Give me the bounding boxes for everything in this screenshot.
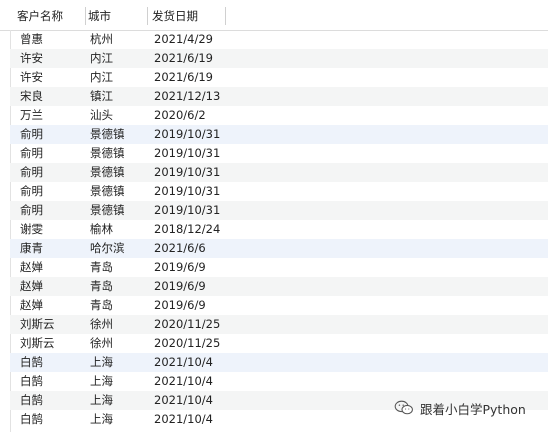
cell-city: 杭州 (90, 32, 113, 46)
cell-name: 俞明 (20, 127, 43, 141)
cell-name: 白鹄 (20, 412, 43, 426)
table-row[interactable]: 宋良 镇江 2021/12/13 (10, 87, 548, 106)
cell-date: 2019/6/9 (154, 279, 206, 293)
cell-city: 徐州 (90, 317, 113, 331)
cell-city: 内江 (90, 51, 113, 65)
cell-name: 白鹄 (20, 355, 43, 369)
watermark-text: 跟着小白学Python (420, 401, 526, 417)
table-row[interactable]: 刘斯云 徐州 2020/11/25 (10, 315, 548, 334)
cell-city: 徐州 (90, 336, 113, 350)
cell-city: 哈尔滨 (90, 241, 125, 255)
table-header: 客户名称 城市 发货日期 (0, 0, 548, 31)
table-row[interactable]: 万兰 汕头 2020/6/2 (10, 106, 548, 125)
cell-city: 汕头 (90, 108, 113, 122)
cell-date: 2021/10/4 (154, 412, 213, 426)
cell-name: 赵婵 (20, 260, 43, 274)
column-header-customer-name[interactable]: 客户名称 (13, 7, 86, 25)
cell-city: 青岛 (90, 279, 113, 293)
table-row[interactable]: 许安 内江 2021/6/19 (10, 49, 548, 68)
cell-date: 2021/6/6 (154, 241, 206, 255)
table-row[interactable]: 俞明 景德镇 2019/10/31 (10, 182, 548, 201)
table-row[interactable]: 谢雯 榆林 2018/12/24 (10, 220, 548, 239)
cell-city: 内江 (90, 70, 113, 84)
cell-name: 曾惠 (20, 32, 43, 46)
cell-date: 2021/10/4 (154, 355, 213, 369)
cell-city: 榆林 (90, 222, 113, 236)
cell-city: 景德镇 (90, 146, 125, 160)
cell-city: 上海 (90, 355, 113, 369)
cell-date: 2021/12/13 (154, 89, 221, 103)
cell-date: 2019/10/31 (154, 146, 221, 160)
cell-city: 上海 (90, 412, 113, 426)
cell-date: 2021/6/19 (154, 70, 213, 84)
cell-city: 镇江 (90, 89, 113, 103)
column-header-ship-date[interactable]: 发货日期 (148, 7, 226, 25)
cell-name: 俞明 (20, 146, 43, 160)
cell-name: 赵婵 (20, 298, 43, 312)
watermark: 跟着小白学Python (394, 397, 526, 419)
cell-date: 2019/10/31 (154, 127, 221, 141)
cell-city: 景德镇 (90, 203, 125, 217)
cell-date: 2021/10/4 (154, 374, 213, 388)
cell-name: 刘斯云 (20, 317, 55, 331)
cell-name: 俞明 (20, 165, 43, 179)
cell-name: 许安 (20, 51, 43, 65)
cell-name: 赵婵 (20, 279, 43, 293)
table-row[interactable]: 曾惠 杭州 2021/4/29 (10, 30, 548, 49)
cell-name: 白鹄 (20, 393, 43, 407)
cell-date: 2020/11/25 (154, 336, 221, 350)
cell-name: 许安 (20, 70, 43, 84)
cell-city: 景德镇 (90, 184, 125, 198)
table-row[interactable]: 赵婵 青岛 2019/6/9 (10, 277, 548, 296)
cell-date: 2020/6/2 (154, 108, 206, 122)
cell-date: 2021/4/29 (154, 32, 213, 46)
cell-date: 2018/12/24 (154, 222, 221, 236)
cell-date: 2021/6/19 (154, 51, 213, 65)
table-row[interactable]: 俞明 景德镇 2019/10/31 (10, 201, 548, 220)
table-row[interactable]: 赵婵 青岛 2019/6/9 (10, 258, 548, 277)
cell-city: 青岛 (90, 298, 113, 312)
cell-date: 2020/11/25 (154, 317, 221, 331)
cell-name: 宋良 (20, 89, 43, 103)
cell-date: 2021/10/4 (154, 393, 213, 407)
table-row[interactable]: 俞明 景德镇 2019/10/31 (10, 163, 548, 182)
cell-name: 万兰 (20, 108, 43, 122)
cell-name: 俞明 (20, 184, 43, 198)
table-row[interactable]: 俞明 景德镇 2019/10/31 (10, 125, 548, 144)
table-row[interactable]: 刘斯云 徐州 2020/11/25 (10, 334, 548, 353)
table-row[interactable]: 许安 内江 2021/6/19 (10, 68, 548, 87)
cell-date: 2019/10/31 (154, 203, 221, 217)
table-row[interactable]: 白鹄 上海 2021/10/4 (10, 353, 548, 372)
cell-city: 景德镇 (90, 127, 125, 141)
cell-city: 青岛 (90, 260, 113, 274)
cell-date: 2019/6/9 (154, 298, 206, 312)
column-header-city[interactable]: 城市 (84, 7, 148, 25)
cell-name: 俞明 (20, 203, 43, 217)
table-row[interactable]: 康青 哈尔滨 2021/6/6 (10, 239, 548, 258)
cell-name: 刘斯云 (20, 336, 55, 350)
table-body: 曾惠 杭州 2021/4/29 许安 内江 2021/6/19 许安 内江 2021/6/19 宋… (10, 30, 548, 429)
cell-name: 谢雯 (20, 222, 43, 236)
table-row[interactable]: 赵婵 青岛 2019/6/9 (10, 296, 548, 315)
cell-date: 2019/6/9 (154, 260, 206, 274)
table-row[interactable]: 白鹄 上海 2021/10/4 (10, 372, 548, 391)
cell-date: 2019/10/31 (154, 184, 221, 198)
cell-name: 白鹄 (20, 374, 43, 388)
table-row[interactable]: 俞明 景德镇 2019/10/31 (10, 144, 548, 163)
cell-city: 上海 (90, 374, 113, 388)
cell-city: 景德镇 (90, 165, 125, 179)
cell-date: 2019/10/31 (154, 165, 221, 179)
cell-name: 康青 (20, 241, 43, 255)
cell-city: 上海 (90, 393, 113, 407)
wechat-icon (394, 400, 413, 415)
